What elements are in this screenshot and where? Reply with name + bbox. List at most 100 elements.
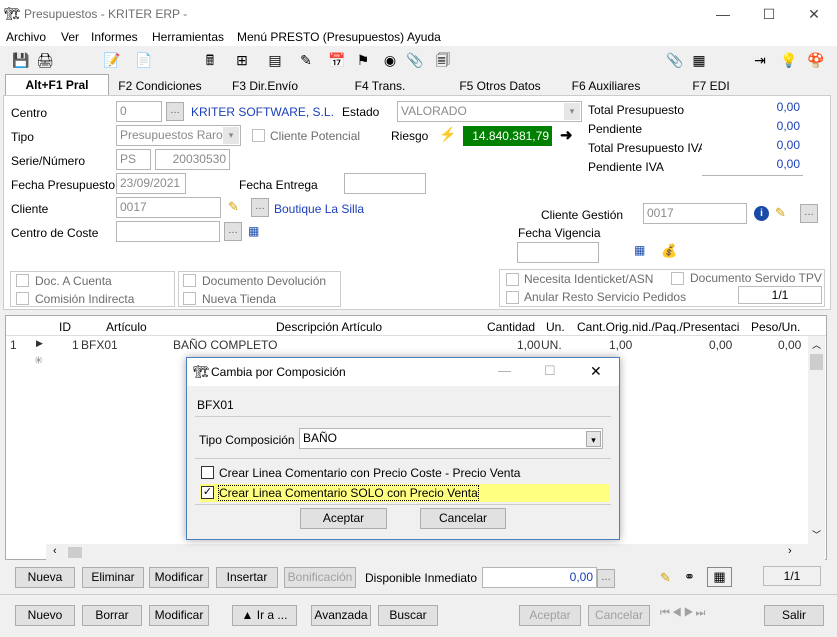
col-cant-orig[interactable]: Cant.Orig. — [577, 320, 632, 334]
estado-select[interactable]: VALORADO — [397, 101, 582, 122]
document-icon[interactable]: 🗐 — [434, 51, 452, 69]
paperclip-icon[interactable]: 📎 — [406, 51, 424, 69]
cliente-gestion-lookup-button[interactable]: … — [800, 204, 818, 223]
cliente-lookup-button[interactable]: … — [251, 198, 269, 217]
insertar-line-button[interactable]: Insertar — [216, 567, 278, 588]
disponible-lookup-button[interactable]: … — [597, 569, 615, 588]
aceptar-button[interactable]: Aceptar — [519, 605, 581, 626]
cell-descripcion[interactable]: BAÑO COMPLETO — [173, 338, 277, 352]
cliente-field[interactable]: 0017 — [116, 197, 221, 218]
tab-trans[interactable]: F4 Trans. — [345, 76, 415, 96]
col-cantidad[interactable]: Cantidad — [487, 320, 535, 334]
fecha-entrega-field[interactable] — [344, 173, 426, 194]
nueva-line-button[interactable]: Nueva — [15, 567, 75, 588]
borrar-button[interactable]: Borrar — [82, 605, 142, 626]
print-icon[interactable]: 🖨 — [36, 51, 54, 69]
chevron-down-icon[interactable]: ▾ — [586, 431, 601, 447]
cell-cant-orig[interactable]: 1,00 — [609, 338, 632, 352]
cell-cantidad[interactable]: 1,00 — [517, 338, 540, 352]
centro-lookup-button[interactable]: … — [166, 102, 184, 121]
dialog-cancelar-button[interactable]: Cancelar — [420, 508, 506, 529]
arrow-right-icon[interactable]: ➜ — [560, 126, 573, 144]
calendar-icon[interactable]: ▦ — [634, 243, 645, 257]
scroll-thumb[interactable] — [810, 354, 823, 370]
mushroom-icon[interactable]: 🍄 — [807, 51, 825, 69]
numero-field[interactable]: 20030530 — [155, 149, 230, 170]
calendar-icon[interactable]: ▦ — [248, 224, 259, 238]
table-row[interactable]: 1 ▶ 1 BFX01 BAÑO COMPLETO 1,00 UN. 1,00 … — [6, 336, 808, 354]
nueva-tienda-checkbox[interactable] — [183, 292, 196, 305]
scroll-down-icon[interactable]: ﹀ — [812, 528, 821, 541]
binoculars-icon[interactable]: ⚭ — [684, 569, 695, 585]
menu-ver[interactable]: Ver — [61, 30, 79, 44]
cell-id[interactable]: 1 — [72, 338, 79, 352]
menu-ayuda[interactable]: Ayuda — [407, 30, 441, 44]
grid-config-icon[interactable]: ▦ — [690, 51, 708, 69]
cancelar-button[interactable]: Cancelar — [588, 605, 650, 626]
modificar-button[interactable]: Modificar — [149, 605, 209, 626]
tab-dir-envio[interactable]: F3 Dir.Envío — [225, 76, 305, 96]
option-coste-venta-checkbox[interactable] — [201, 466, 214, 479]
calculator-icon[interactable]: 🖩 — [201, 51, 219, 69]
cliente-potencial-checkbox[interactable] — [252, 129, 265, 142]
wand-icon[interactable]: ✎ — [660, 570, 671, 586]
horizontal-scrollbar[interactable] — [46, 544, 808, 560]
bonificacion-button[interactable]: Bonificación — [284, 567, 356, 588]
scroll-left-icon[interactable]: ‹ — [53, 545, 57, 557]
dialog-aceptar-button[interactable]: Aceptar — [300, 508, 387, 529]
dialog-close-button[interactable]: ✕ — [590, 363, 602, 380]
col-peso[interactable]: Peso/Un. — [751, 320, 800, 334]
tab-edi[interactable]: F7 EDI — [688, 76, 734, 96]
nuevo-button[interactable]: Nuevo — [15, 605, 75, 626]
money-bag-icon[interactable]: 💰 — [661, 243, 677, 259]
tab-pral[interactable]: Alt+F1 Pral — [5, 74, 109, 96]
doc-devolucion-checkbox[interactable] — [183, 274, 196, 287]
hscroll-thumb[interactable] — [68, 547, 82, 558]
tab-otros-datos[interactable]: F5 Otros Datos — [458, 76, 542, 96]
chevron-down-icon[interactable]: ▾ — [564, 103, 580, 120]
cell-paq[interactable]: 0,00 — [709, 338, 732, 352]
info-icon[interactable]: i — [754, 206, 769, 221]
chevron-down-icon[interactable]: ▾ — [223, 127, 239, 144]
attach-icon[interactable]: 📎 — [666, 51, 684, 69]
col-paq[interactable]: nid./Paq./Presentaci — [632, 320, 739, 334]
table-view-icon[interactable]: ▦ — [707, 567, 732, 587]
maximize-button[interactable]: ☐ — [746, 0, 792, 28]
cell-un[interactable]: UN. — [541, 338, 562, 352]
chart-icon[interactable]: ◉ — [381, 51, 399, 69]
option-solo-venta-checkbox[interactable]: ✓ — [201, 486, 214, 499]
anular-resto-checkbox[interactable] — [506, 291, 519, 304]
doc-cuenta-checkbox[interactable] — [16, 274, 29, 287]
menu-informes[interactable]: Informes — [91, 30, 138, 44]
export-icon[interactable]: ⇥ — [751, 51, 769, 69]
list-icon[interactable]: ▤ — [266, 51, 284, 69]
save-icon[interactable]: 💾 — [12, 51, 30, 69]
avanzada-button[interactable]: Avanzada — [311, 605, 371, 626]
cell-peso[interactable]: 0,00 — [778, 338, 801, 352]
doc-servido-checkbox[interactable] — [671, 272, 684, 285]
calendar-icon[interactable]: 📅 — [328, 51, 346, 69]
col-descripcion[interactable]: Descripción Artículo — [276, 320, 382, 334]
scroll-up-icon[interactable]: ︿ — [812, 338, 821, 351]
centro-coste-field[interactable] — [116, 221, 220, 242]
cell-articulo[interactable]: BFX01 — [81, 338, 118, 352]
menu-archivo[interactable]: Archivo — [6, 30, 46, 44]
comision-indirecta-checkbox[interactable] — [16, 292, 29, 305]
menu-presto[interactable]: Menú PRESTO (Presupuestos) — [237, 30, 404, 44]
edit-icon[interactable]: 📝 — [103, 51, 121, 69]
eliminar-line-button[interactable]: Eliminar — [82, 567, 144, 588]
tree-icon[interactable]: ⊞ — [233, 51, 251, 69]
col-articulo[interactable]: Artículo — [106, 320, 147, 334]
scroll-right-icon[interactable]: › — [788, 545, 792, 557]
tipo-composicion-select[interactable]: BAÑO — [299, 428, 603, 449]
tab-condiciones[interactable]: F2 Condiciones — [112, 76, 208, 96]
record-nav-icon[interactable]: ⏮◀▶⏭ — [660, 607, 707, 620]
ir-a-button[interactable]: ▲ Ir a ... — [232, 605, 297, 626]
salir-button[interactable]: Salir — [764, 605, 824, 626]
flag-icon[interactable]: ⚑ — [354, 51, 372, 69]
col-id[interactable]: ID — [59, 320, 71, 334]
dialog-minimize-button[interactable]: — — [498, 363, 511, 378]
centro-field[interactable]: 0 — [116, 101, 162, 122]
necesita-identicket-checkbox[interactable] — [506, 273, 519, 286]
dialog-maximize-button[interactable]: ☐ — [544, 363, 556, 379]
